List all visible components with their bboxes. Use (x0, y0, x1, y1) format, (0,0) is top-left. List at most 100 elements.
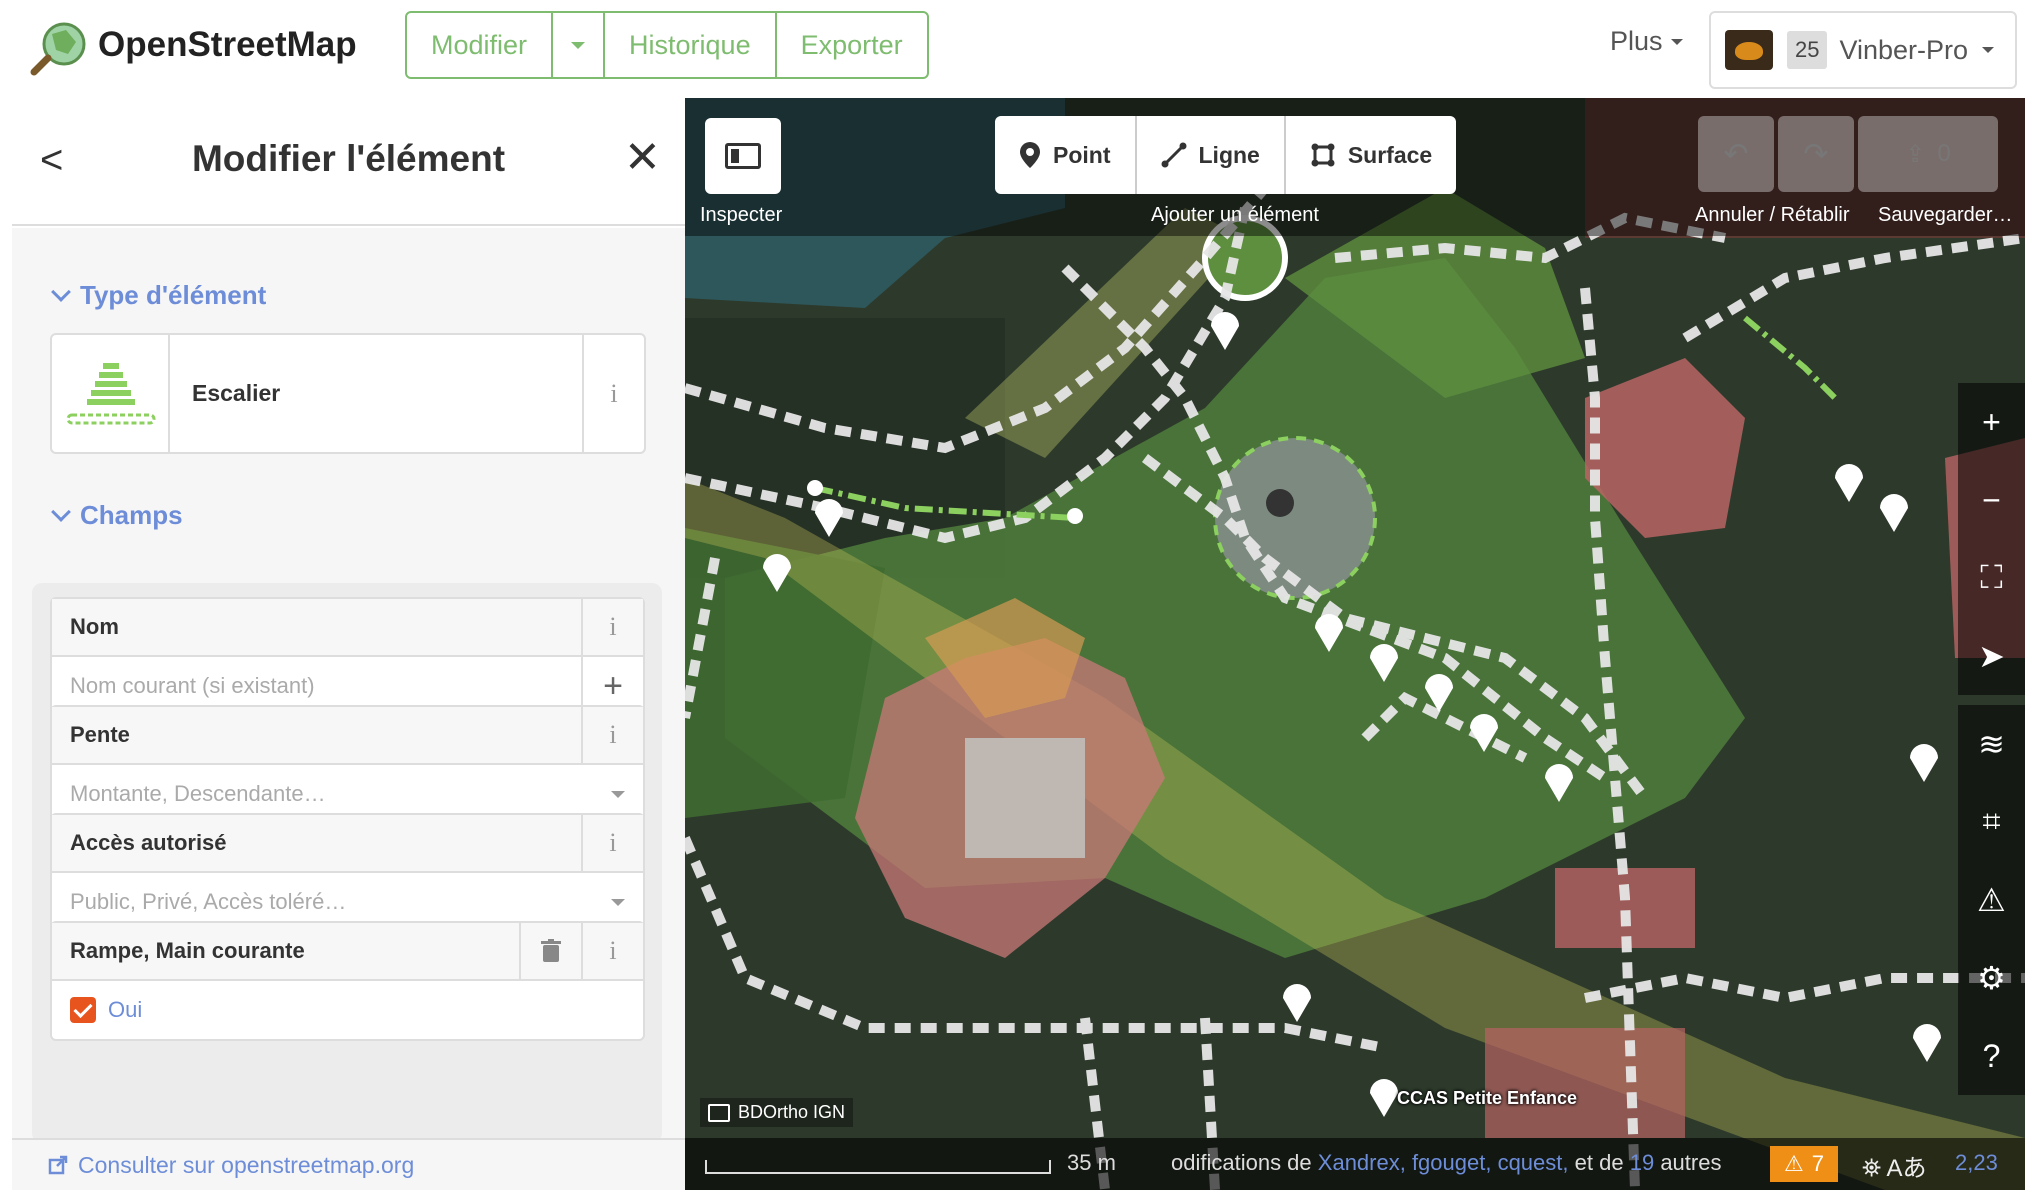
feature-type-section-toggle[interactable]: Type d'élément (51, 280, 266, 311)
edit-dropdown-button[interactable] (553, 13, 606, 77)
help-icon: ? (1982, 1037, 2001, 1074)
site-title[interactable]: OpenStreetMap (98, 20, 357, 70)
add-area-label: Surface (1347, 141, 1433, 168)
issues-icon: ⚠ (1977, 882, 2006, 918)
map-poi-label: CCAS Petite Enfance (1397, 1088, 1578, 1108)
inspect-label: Inspecter (700, 204, 783, 226)
more-menu[interactable]: Plus (1610, 26, 1683, 57)
geolocate-button[interactable]: ➤ (1958, 617, 2025, 695)
field-label-text: Pente (70, 722, 130, 747)
undo-button[interactable]: ↶ (1698, 116, 1774, 192)
coordinates-readout: 2,23 (1955, 1150, 1998, 1175)
chevron-down-icon (1670, 38, 1683, 45)
attribution-suffix: autres (1660, 1150, 1722, 1175)
view-on-osm-link[interactable]: Consulter sur openstreetmap.org (12, 1138, 685, 1190)
redo-icon: ↷ (1803, 137, 1829, 171)
other-contributors-count[interactable]: 19 (1630, 1150, 1654, 1175)
export-button[interactable]: Exporter (777, 13, 927, 77)
checkbox-label: Oui (108, 997, 143, 1022)
add-feature-label: Ajouter un élément (1151, 204, 1319, 226)
undo-icon: ↶ (1723, 137, 1749, 171)
name-field: Nom i Nom courant (si existant) + (50, 597, 645, 717)
upload-icon: ⇪ (1905, 140, 1926, 168)
history-button[interactable]: Historique (605, 13, 777, 77)
incline-combo-placeholder: Montante, Descendante… (70, 781, 326, 806)
view-on-osm-text: Consulter sur openstreetmap.org (78, 1151, 415, 1178)
more-menu-label: Plus (1610, 26, 1663, 56)
external-link-icon (48, 1155, 68, 1175)
fields-section-toggle[interactable]: Champs (51, 500, 183, 531)
redo-button[interactable]: ↷ (1778, 116, 1854, 192)
section-title: Champs (80, 500, 183, 530)
background-source-badge[interactable]: BDOrtho IGN (700, 1098, 854, 1127)
checkbox-checked-icon (70, 997, 96, 1023)
user-menu[interactable]: 25 Vinber-Pro (1709, 11, 2017, 89)
undo-redo-save-group: ↶ ↷ ⇪ 0 (1698, 116, 1998, 192)
sidebar-header: < Modifier l'élément ✕ (12, 98, 685, 226)
add-line-button[interactable]: Ligne (1137, 116, 1286, 194)
handrail-field: Rampe, Main courante i Oui (50, 921, 645, 1041)
zoom-to-selection-button[interactable]: ⛶ (1958, 539, 2025, 617)
background-source-label: BDOrtho IGN (738, 1102, 846, 1122)
field-label-text: Nom (70, 614, 119, 639)
zoom-in-icon: + (1982, 403, 2001, 440)
issues-count-badge[interactable]: ⚠ 7 (1770, 1146, 1838, 1182)
preferences-button[interactable]: ⚙ (1958, 939, 2025, 1017)
name-input-placeholder: Nom courant (si existant) (70, 673, 315, 698)
page-title: Modifier l'élément (191, 138, 506, 179)
monitor-icon (708, 1103, 730, 1122)
issues-button[interactable]: ⚠ (1958, 861, 2025, 939)
geolocate-icon: ➤ (1978, 638, 2005, 674)
field-info-button[interactable]: i (581, 923, 643, 979)
field-info-button[interactable]: i (581, 707, 643, 763)
attribution-prefix: odifications de (1171, 1150, 1312, 1175)
chevron-down-icon (571, 41, 586, 49)
field-label: Pente i (52, 707, 643, 765)
edit-button[interactable]: Modifier (407, 13, 554, 77)
trash-icon[interactable] (519, 923, 581, 979)
zoom-in-button[interactable]: + (1958, 383, 2025, 461)
sidebar: < Modifier l'élément ✕ Type d'élément Es… (12, 98, 685, 1190)
add-point-button[interactable]: Point (995, 116, 1137, 194)
save-button[interactable]: ⇪ 0 (1858, 116, 1998, 192)
zoom-out-icon: − (1982, 481, 2001, 518)
close-button[interactable]: ✕ (624, 132, 661, 183)
top-navbar: OpenStreetMap Modifier Historique Export… (0, 0, 2025, 98)
line-icon (1161, 142, 1186, 168)
contributors-attribution: odifications de Xandrex, fgouget, cquest… (1171, 1150, 1721, 1176)
layers-icon: ≋ (1978, 726, 2005, 762)
field-label-text: Accès autorisé (70, 830, 227, 855)
fields-list: Nom i Nom courant (si existant) + Pente … (32, 583, 662, 1143)
background-layers-button[interactable]: ≋ (1958, 705, 2025, 783)
user-message-count-badge: 25 (1787, 31, 1828, 69)
preset-info-button[interactable]: i (582, 335, 644, 452)
preferences-icon: ⚙ (1977, 960, 2006, 996)
scale-bar[interactable] (705, 1160, 1051, 1174)
field-label-text: Rampe, Main courante (70, 938, 305, 963)
steps-icon (52, 335, 170, 452)
field-info-button[interactable]: i (581, 815, 643, 871)
contributor-links[interactable]: Xandrex, fgouget, cquest, (1318, 1150, 1569, 1175)
avatar (1725, 30, 1773, 70)
map-pin-icon (1020, 142, 1040, 168)
add-point-label: Point (1053, 141, 1111, 168)
field-label: Rampe, Main courante i (52, 923, 643, 981)
help-button[interactable]: ? (1958, 1017, 2025, 1095)
add-area-button[interactable]: Surface (1286, 116, 1456, 194)
map-data-icon: ⌗ (1982, 803, 2001, 839)
attribution-mid: et de (1574, 1150, 1624, 1175)
handrail-checkbox[interactable]: Oui (52, 981, 643, 1039)
map-footer: 35 m odifications de Xandrex, fgouget, c… (685, 1138, 2025, 1190)
language-icon[interactable]: ⛯ Aあ (1862, 1148, 1927, 1183)
map-data-button[interactable]: ⌗ (1958, 783, 2025, 861)
preset-selector[interactable]: Escalier i (50, 333, 646, 454)
field-info-button[interactable]: i (581, 599, 643, 655)
inspect-toggle-button[interactable] (705, 118, 781, 194)
osm-logo-icon[interactable] (30, 20, 90, 76)
add-feature-group: Point Ligne Surface (995, 116, 1457, 194)
zoom-out-button[interactable]: − (1958, 461, 2025, 539)
sidebar-toggle-icon (725, 143, 761, 169)
field-label: Nom i (52, 599, 643, 657)
incline-field: Pente i Montante, Descendante… (50, 705, 645, 825)
map-canvas[interactable]: Inspecter Point Ligne Surface Ajouter un… (685, 98, 2025, 1190)
